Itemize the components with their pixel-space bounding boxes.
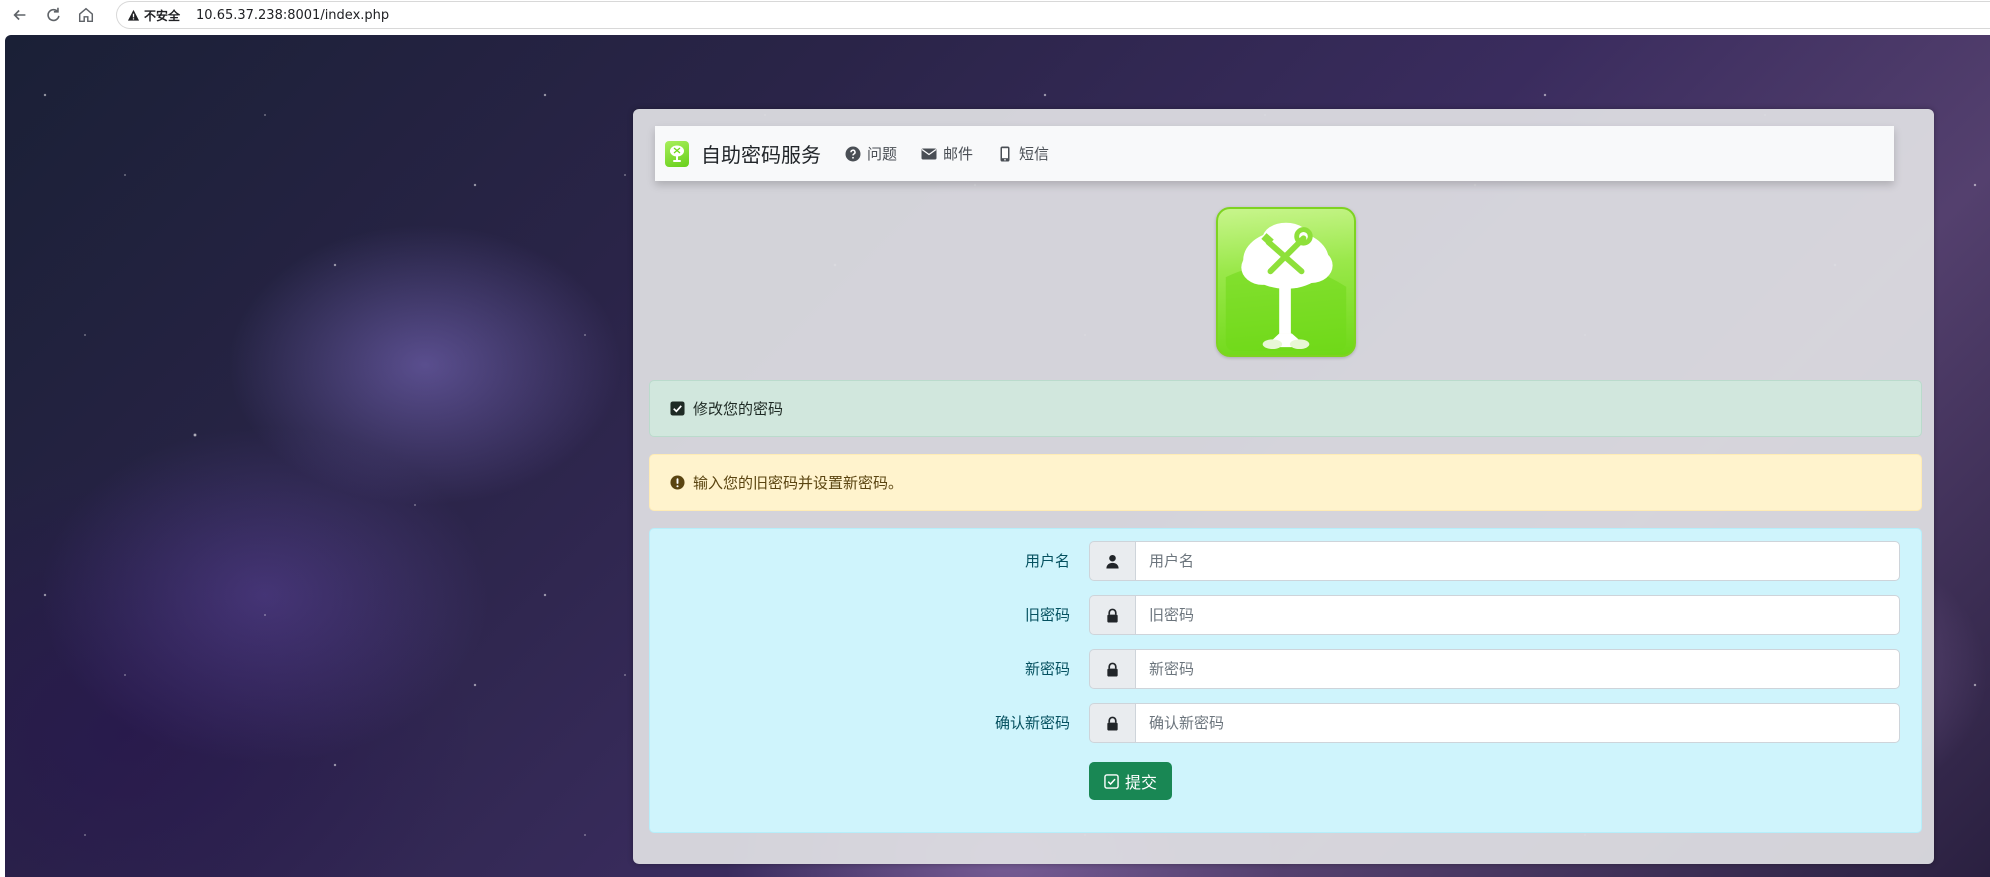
tree-tools-icon <box>670 145 684 162</box>
lock-icon <box>1089 703 1135 743</box>
app-logo <box>1216 207 1356 357</box>
lock-icon <box>1089 595 1135 635</box>
new-password-label: 新密码 <box>1024 660 1070 678</box>
old-password-label: 旧密码 <box>1024 606 1070 624</box>
brand-logo[interactable] <box>665 140 689 167</box>
success-alert: 修改您的密码 <box>649 380 1922 437</box>
back-button[interactable] <box>7 2 33 28</box>
nav-item-sms[interactable]: 短信 <box>997 143 1049 164</box>
form-row-username: 用户名 <box>650 541 1921 581</box>
url-text[interactable]: 10.65.37.238:8001/index.php <box>196 8 389 23</box>
home-icon <box>78 7 94 23</box>
check-square-icon <box>670 401 685 416</box>
reload-icon <box>47 7 60 22</box>
home-button[interactable] <box>73 2 99 28</box>
form-row-old-password: 旧密码 <box>650 595 1921 635</box>
new-password-input-group <box>1089 649 1900 689</box>
warning-alert-text: 输入您的旧密码并设置新密码。 <box>693 474 904 492</box>
username-input-group <box>1089 541 1900 581</box>
warning-alert: 输入您的旧密码并设置新密码。 <box>649 454 1922 511</box>
new-password-input[interactable] <box>1135 649 1900 689</box>
username-label: 用户名 <box>1024 552 1070 570</box>
submit-button-label: 提交 <box>1124 773 1157 792</box>
browser-toolbar: 不安全 10.65.37.238:8001/index.php <box>0 0 1990 30</box>
nav-item-question[interactable]: 问题 <box>845 143 897 164</box>
change-password-form: 用户名 旧密码 新密码 <box>649 528 1922 833</box>
confirm-password-input[interactable] <box>1135 703 1900 743</box>
confirm-password-input-group <box>1089 703 1900 743</box>
submit-button[interactable]: 提交 <box>1089 762 1172 800</box>
check-square-outline-icon <box>1104 773 1119 789</box>
reload-button[interactable] <box>40 2 66 28</box>
nav-item-label: 邮件 <box>943 145 974 163</box>
security-status-label[interactable]: 不安全 <box>144 7 180 24</box>
confirm-password-label: 确认新密码 <box>994 714 1070 732</box>
exclamation-circle-icon <box>670 475 685 490</box>
username-input[interactable] <box>1135 541 1900 581</box>
mobile-phone-icon <box>997 146 1013 162</box>
form-row-new-password: 新密码 <box>650 649 1921 689</box>
success-alert-text: 修改您的密码 <box>693 400 784 418</box>
old-password-input-group <box>1089 595 1900 635</box>
page-viewport: 自助密码服务 问题 邮件 短信 修改您的密码 输入您的旧密码并设置新密码。 用户… <box>5 35 1990 877</box>
old-password-input[interactable] <box>1135 595 1900 635</box>
tree-tools-logo-icon <box>1225 222 1347 351</box>
nav-item-email[interactable]: 邮件 <box>921 143 973 164</box>
nav-item-label: 短信 <box>1019 145 1050 163</box>
address-bar[interactable]: 不安全 10.65.37.238:8001/index.php <box>116 1 1990 29</box>
brand-title[interactable]: 自助密码服务 <box>701 139 821 168</box>
user-icon <box>1089 541 1135 581</box>
nav-item-label: 问题 <box>867 145 898 163</box>
main-card: 自助密码服务 问题 邮件 短信 修改您的密码 输入您的旧密码并设置新密码。 用户… <box>633 109 1934 864</box>
question-circle-icon <box>845 146 861 162</box>
warning-triangle-icon[interactable] <box>127 9 140 22</box>
envelope-icon <box>921 146 937 162</box>
back-arrow-icon <box>13 9 26 21</box>
top-navbar: 自助密码服务 问题 邮件 短信 <box>655 126 1894 181</box>
form-row-confirm-password: 确认新密码 <box>650 703 1921 743</box>
lock-icon <box>1089 649 1135 689</box>
